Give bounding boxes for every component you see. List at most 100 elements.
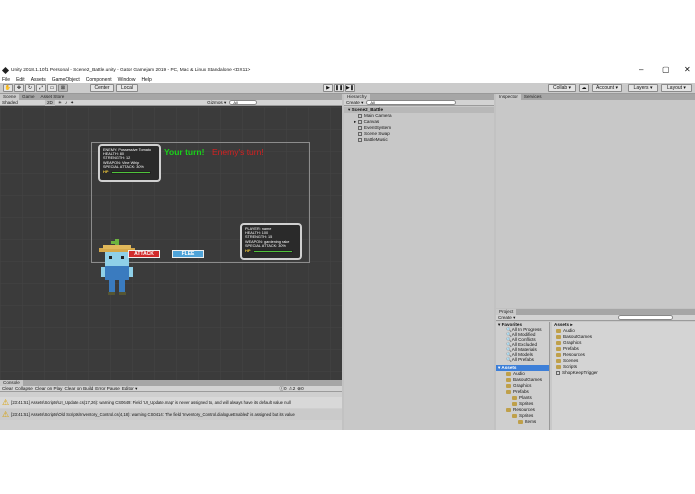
- main-toolbar: ✋ ✥ ↻ ⤢ ▭ ⊠ Center Local ▶ ❚❚ ▶❚ Collab …: [0, 83, 695, 94]
- gameobject-icon: [358, 125, 362, 130]
- space-toggle[interactable]: Local: [116, 84, 138, 92]
- folder-icon: [512, 413, 517, 418]
- project-panel: Project Create ▾ ▾ Favorites 🔍All In Pro…: [496, 309, 695, 430]
- enemy-hp-bar: [110, 170, 151, 174]
- folder-icon: [506, 377, 511, 382]
- folder-icon: [506, 407, 511, 412]
- hierarchy-item-battlemusic[interactable]: BattleMusic: [344, 137, 388, 143]
- console-clear-on-build-button[interactable]: Clear on Build: [64, 386, 93, 392]
- enemy-special-label: SPECIAL ATTACK: 30%: [103, 164, 144, 169]
- error-count-icon[interactable]: ⊗0: [297, 386, 303, 392]
- maximize-icon[interactable]: ▢: [662, 65, 670, 75]
- console-message-row[interactable]: ⚠ [23:41:51] Assets\Scripts\UI_Update.cs…: [0, 397, 342, 408]
- favorite-item[interactable]: 🔍All Prefabs: [496, 357, 534, 363]
- title-bar: Unity 2018.1.10f1 Personal - Scene2_Batt…: [0, 64, 695, 76]
- console-clear-on-play-button[interactable]: Clear on Play: [35, 386, 63, 392]
- scene-toolbar: Shaded 2D ☀ ♪ ✦ Gizmos ▾ All: [0, 99, 342, 106]
- hierarchy-panel: Hierarchy Create ▾ All ▾ Scene2_Battle M…: [344, 94, 494, 430]
- collab-dropdown[interactable]: Collab ▾: [548, 84, 576, 92]
- step-button[interactable]: ▶❚: [345, 84, 355, 92]
- scale-tool-button[interactable]: ⤢: [36, 84, 46, 92]
- tab-inspector[interactable]: Inspector: [496, 94, 521, 100]
- unity-editor-window: Unity 2018.1.10f1 Personal - Scene2_Batt…: [0, 64, 695, 430]
- menu-file[interactable]: File: [2, 77, 10, 83]
- info-count-icon[interactable]: ⓘ0: [279, 386, 286, 392]
- project-toolbar: Create ▾: [496, 315, 695, 321]
- layout-dropdown[interactable]: Layout ▾: [661, 84, 692, 92]
- player-hp-label: HP: [245, 248, 251, 254]
- gizmos-dropdown[interactable]: Gizmos ▾: [207, 100, 226, 106]
- folder-icon: [556, 334, 561, 339]
- scene-panel: Scene Game Asset Store Shaded 2D ☀ ♪ ✦ G…: [0, 94, 342, 380]
- unity-logo-icon: [1, 66, 10, 74]
- enemy-turn-text: Enemy's turn!: [212, 147, 264, 157]
- console-message-row[interactable]: ⚠ [23:41:51] Assets\Scripts\Old Scripts\…: [0, 409, 342, 420]
- folder-icon: [556, 340, 561, 345]
- enemy-stats-panel: ENEMY: Possessive Tomato HEALTH: 80 STRE…: [98, 144, 161, 182]
- account-dropdown[interactable]: Account ▾: [592, 84, 622, 92]
- folder-icon: [506, 371, 511, 376]
- project-create-button[interactable]: Create ▾: [498, 315, 515, 321]
- console-editor-dropdown[interactable]: Editor ▾: [122, 386, 138, 392]
- gameobject-icon: [358, 131, 362, 136]
- folder-icon: [556, 358, 561, 363]
- rect-tool-button[interactable]: ▭: [47, 84, 57, 92]
- folder-icon: [512, 395, 517, 400]
- menu-edit[interactable]: Edit: [16, 77, 25, 83]
- project-search-input[interactable]: [618, 315, 674, 320]
- hierarchy-search-input[interactable]: All: [366, 100, 457, 105]
- menu-help[interactable]: Help: [141, 77, 151, 83]
- tab-services[interactable]: Services: [521, 94, 545, 100]
- menu-gameobject[interactable]: GameObject: [52, 77, 80, 83]
- player-character-sprite: [99, 239, 135, 295]
- move-tool-button[interactable]: ✥: [14, 84, 24, 92]
- pivot-toggle[interactable]: Center: [90, 84, 114, 92]
- folder-icon: [506, 389, 511, 394]
- folder-icon: [518, 419, 523, 424]
- cloud-icon[interactable]: ☁: [579, 84, 589, 92]
- transform-tool-button[interactable]: ⊠: [58, 84, 68, 92]
- light-icon[interactable]: ☀: [58, 100, 62, 106]
- audio-icon[interactable]: ♪: [65, 100, 67, 106]
- attack-button[interactable]: ATTACK: [128, 250, 160, 258]
- effects-icon[interactable]: ✦: [70, 100, 74, 106]
- prefab-icon: [556, 370, 560, 375]
- menu-component[interactable]: Component: [86, 77, 112, 83]
- hand-tool-button[interactable]: ✋: [3, 84, 13, 92]
- menu-window[interactable]: Window: [118, 77, 136, 83]
- player-special-label: SPECIAL ATTACK: 30%: [245, 243, 286, 248]
- enemy-hp-label: HP: [103, 169, 109, 175]
- player-stats-panel: PLAYER: name HEALTH: 100 STRENGTH: 15 WE…: [240, 223, 302, 260]
- menu-bar: File Edit Assets GameObject Component Wi…: [0, 76, 695, 83]
- inspector-panel: Inspector Services: [496, 94, 695, 308]
- hierarchy-create-button[interactable]: Create ▾: [346, 100, 363, 106]
- warning-count-icon[interactable]: ⚠2: [289, 386, 296, 392]
- shading-dropdown[interactable]: Shaded: [2, 100, 42, 106]
- console-collapse-button[interactable]: Collapse: [15, 386, 33, 392]
- project-folder-tree: ▾ Favorites 🔍All In Progress 🔍All Modifi…: [496, 322, 550, 430]
- console-panel: Console Clear Collapse Clear on Play Cle…: [0, 380, 342, 430]
- tree-folder-items[interactable]: Items: [496, 419, 536, 425]
- asset-item-shopkeeptrigger[interactable]: ShopKeepTrigger: [552, 370, 598, 376]
- warning-icon: ⚠: [2, 398, 10, 407]
- folder-icon: [512, 401, 517, 406]
- console-error-pause-button[interactable]: Error Pause: [95, 386, 120, 392]
- window-title: Unity 2018.1.10f1 Personal - Scene2_Batt…: [11, 67, 251, 73]
- flee-button[interactable]: FLEE: [172, 250, 204, 258]
- folder-icon: [556, 352, 561, 357]
- pause-button[interactable]: ❚❚: [334, 84, 344, 92]
- layers-dropdown[interactable]: Layers ▾: [628, 84, 658, 92]
- console-clear-button[interactable]: Clear: [2, 386, 13, 392]
- menu-assets[interactable]: Assets: [31, 77, 46, 83]
- scene-search-input[interactable]: All: [229, 100, 258, 105]
- inspector-tab-bar: Inspector Services: [496, 94, 695, 100]
- minimize-icon[interactable]: –: [639, 65, 643, 75]
- rotate-tool-button[interactable]: ↻: [25, 84, 35, 92]
- folder-icon: [506, 383, 511, 388]
- mode-2d-toggle[interactable]: 2D: [45, 99, 55, 106]
- play-button[interactable]: ▶: [323, 84, 333, 92]
- gameobject-icon: [358, 113, 362, 118]
- folder-icon: [556, 328, 561, 333]
- folder-icon: [556, 346, 561, 351]
- close-icon[interactable]: ✕: [684, 65, 691, 75]
